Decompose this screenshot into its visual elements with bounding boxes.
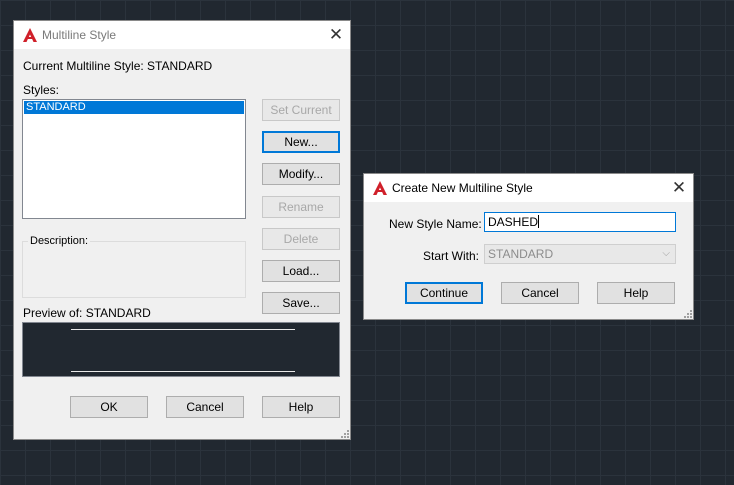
- dialog-title: Create New Multiline Style: [392, 181, 533, 195]
- styles-label: Styles:: [23, 83, 60, 97]
- current-style-label: Current Multiline Style: STANDARD: [23, 59, 213, 73]
- continue-button[interactable]: Continue: [405, 282, 483, 304]
- dialog-title: Multiline Style: [42, 28, 117, 42]
- new-button[interactable]: New...: [262, 131, 340, 153]
- resize-grip-icon[interactable]: [683, 309, 693, 319]
- start-with-value: STANDARD: [488, 247, 554, 261]
- new-style-name-label: New Style Name:: [389, 217, 482, 231]
- title-bar[interactable]: Multiline Style ✕: [14, 21, 350, 49]
- help-button[interactable]: Help: [597, 282, 675, 304]
- new-style-name-input[interactable]: DASHED: [484, 212, 676, 232]
- new-style-name-value: DASHED: [488, 215, 539, 229]
- cancel-button[interactable]: Cancel: [501, 282, 579, 304]
- autocad-logo-icon: [23, 28, 37, 42]
- ok-button[interactable]: OK: [70, 396, 148, 418]
- autocad-logo-icon: [373, 181, 387, 195]
- chevron-down-icon: ⌵: [662, 248, 670, 259]
- title-bar[interactable]: Create New Multiline Style ✕: [364, 174, 693, 202]
- preview-line-top: [71, 329, 295, 330]
- list-item[interactable]: STANDARD: [24, 101, 244, 114]
- set-current-button[interactable]: Set Current: [262, 99, 340, 121]
- close-icon[interactable]: ✕: [668, 177, 690, 199]
- preview-pane: [22, 322, 340, 377]
- delete-button[interactable]: Delete: [262, 228, 340, 250]
- description-box: [22, 241, 246, 298]
- modify-button[interactable]: Modify...: [262, 163, 340, 185]
- cancel-button[interactable]: Cancel: [166, 396, 244, 418]
- resize-grip-icon[interactable]: [340, 429, 350, 439]
- close-icon[interactable]: ✕: [325, 24, 347, 46]
- preview-label: Preview of: STANDARD: [23, 306, 151, 320]
- multiline-style-dialog: Multiline Style ✕ Current Multiline Styl…: [13, 20, 351, 440]
- create-new-style-dialog: Create New Multiline Style ✕ New Style N…: [363, 173, 694, 320]
- preview-line-bottom: [71, 371, 295, 372]
- help-button[interactable]: Help: [262, 396, 340, 418]
- start-with-label: Start With:: [423, 249, 480, 263]
- styles-list[interactable]: STANDARD: [22, 99, 246, 219]
- description-label: Description:: [28, 235, 91, 247]
- start-with-select[interactable]: STANDARD ⌵: [484, 244, 676, 264]
- rename-button[interactable]: Rename: [262, 196, 340, 218]
- load-button[interactable]: Load...: [262, 260, 340, 282]
- text-caret: [538, 215, 540, 228]
- save-button[interactable]: Save...: [262, 292, 340, 314]
